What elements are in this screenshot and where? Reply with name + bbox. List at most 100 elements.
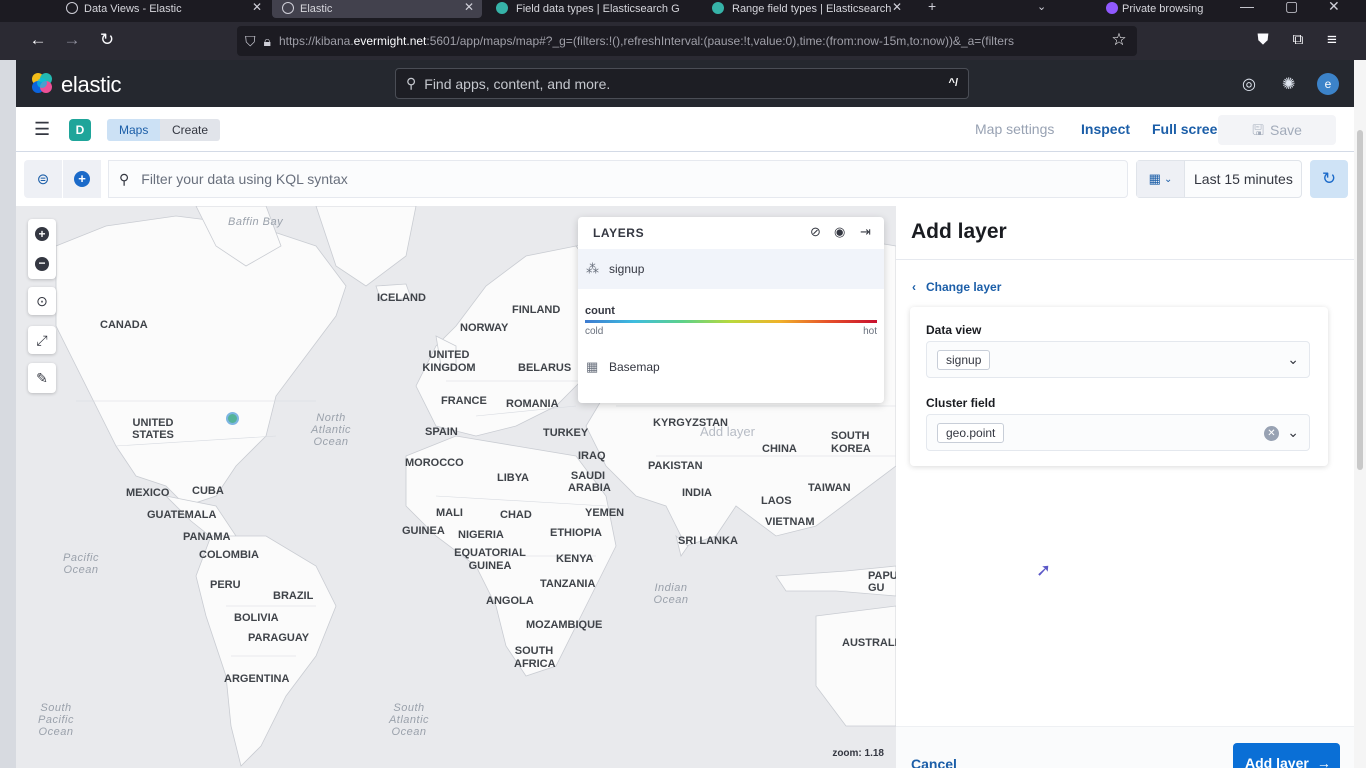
- full-screen-link[interactable]: Full screen: [1152, 121, 1226, 137]
- quick-select-button[interactable]: ▦ ⌄: [1137, 161, 1185, 197]
- save-label: Save: [1270, 122, 1302, 138]
- reload-icon[interactable]: ↻: [96, 30, 118, 50]
- inspect-link[interactable]: Inspect: [1081, 121, 1130, 137]
- close-icon[interactable]: ✕: [892, 0, 902, 14]
- menu-icon[interactable]: ≡: [1321, 30, 1343, 50]
- tab-list-chevron-icon[interactable]: ⌄: [1037, 0, 1046, 13]
- user-avatar[interactable]: e: [1317, 73, 1339, 95]
- window-close-icon[interactable]: ✕: [1328, 0, 1340, 15]
- scrollbar-thumb[interactable]: [1357, 130, 1363, 470]
- shield-icon[interactable]: ⛉: [245, 33, 256, 50]
- country-label: EQUATORIAL GUINEA: [454, 547, 526, 572]
- flyout-title: Add layer: [911, 220, 1007, 243]
- refresh-button[interactable]: ↻: [1310, 160, 1348, 198]
- country-label: SOUTH KOREA: [831, 430, 871, 455]
- chevron-down-icon[interactable]: ⌄: [1287, 424, 1299, 441]
- layer-item-signup[interactable]: ⁂ signup: [578, 249, 884, 289]
- eye-icon[interactable]: ◉: [834, 224, 845, 240]
- tab-data-views[interactable]: Data Views - Elastic ✕: [62, 0, 270, 18]
- fullscreen-map-control[interactable]: ⤢: [28, 326, 56, 354]
- data-view-select[interactable]: signup ⌄: [926, 341, 1310, 378]
- filter-menu-button[interactable]: ⊜: [24, 160, 62, 198]
- zoom-out-button[interactable]: −: [28, 249, 56, 279]
- ocean-label: Baffin Bay: [228, 216, 284, 228]
- add-layer-ghost-button[interactable]: Add layer: [700, 424, 755, 439]
- private-label: Private browsing: [1122, 3, 1204, 15]
- zoom-in-button[interactable]: +: [28, 219, 56, 249]
- cancel-button[interactable]: Cancel: [911, 756, 957, 768]
- close-icon[interactable]: ✕: [464, 0, 474, 14]
- clear-icon[interactable]: ✕: [1264, 426, 1279, 441]
- save-button[interactable]: 🖫︎ Save: [1218, 115, 1336, 145]
- ocean-label: South Atlantic Ocean: [388, 702, 430, 738]
- url-bar[interactable]: ⛉ 🔒︎ https://kibana. evermight.net:5601/a…: [237, 26, 1137, 56]
- layer-item-basemap[interactable]: ▦ Basemap: [578, 347, 884, 387]
- page-scrollbar[interactable]: [1354, 60, 1366, 768]
- zoom-controls: + −: [28, 219, 56, 279]
- map-settings-link[interactable]: Map settings: [975, 121, 1054, 137]
- tab-label: Field data types | Elasticsearch G: [516, 3, 680, 15]
- add-layer-button[interactable]: Add layer →: [1233, 743, 1340, 768]
- change-layer-label: Change layer: [926, 280, 1002, 294]
- tab-range-field-types[interactable]: Range field types | Elasticsearch ✕: [710, 0, 910, 18]
- url-prefix: https://kibana.: [278, 34, 354, 48]
- extensions-icon[interactable]: ⧉: [1287, 30, 1309, 50]
- add-layer-label: Add layer: [1245, 755, 1309, 768]
- country-label: BELARUS: [518, 362, 572, 374]
- pocket-icon[interactable]: ⛊: [1252, 30, 1274, 50]
- minimize-icon[interactable]: —: [1240, 0, 1254, 14]
- date-picker[interactable]: ▦ ⌄ Last 15 minutes: [1136, 160, 1302, 198]
- country-label: FRANCE: [441, 395, 487, 407]
- divider: [896, 259, 1354, 260]
- signup-cluster-point[interactable]: [226, 412, 239, 425]
- lock-icon[interactable]: 🔒︎: [264, 33, 271, 50]
- kibana-appbar: ☰ D Maps Create Map settings Inspect Ful…: [16, 107, 1354, 152]
- country-label: MALI: [436, 507, 463, 519]
- new-tab-icon[interactable]: +: [928, 0, 936, 14]
- country-label: IRAQ: [578, 450, 606, 462]
- space-avatar[interactable]: D: [69, 119, 91, 141]
- save-icon: 🖫︎: [1252, 122, 1264, 138]
- url-host: evermight.net: [353, 34, 427, 48]
- cluster-field-select[interactable]: geo.point ✕ ⌄: [926, 414, 1310, 451]
- country-label: TURKEY: [543, 427, 589, 439]
- back-icon[interactable]: ←: [27, 30, 49, 50]
- country-label: PARAGUAY: [248, 632, 310, 644]
- time-range-label[interactable]: Last 15 minutes: [1185, 171, 1293, 187]
- country-label: COLOMBIA: [199, 549, 259, 561]
- chevron-down-icon[interactable]: ⌄: [1287, 351, 1299, 368]
- tab-elastic[interactable]: Elastic ✕: [272, 0, 482, 18]
- country-label: GUINEA: [402, 525, 445, 537]
- country-label: PAPU GU: [868, 570, 896, 594]
- forward-icon[interactable]: →: [61, 30, 83, 50]
- news-feed-icon[interactable]: ✺: [1282, 74, 1295, 94]
- kql-search-input[interactable]: ⚲ Filter your data using KQL syntax: [108, 160, 1128, 198]
- global-search-input[interactable]: ⚲ Find apps, content, and more. ^/: [395, 68, 969, 99]
- hide-all-layers-icon[interactable]: ⊘: [810, 224, 821, 240]
- elastic-wordmark[interactable]: elastic: [61, 72, 122, 98]
- help-icon[interactable]: ◎: [1242, 74, 1256, 94]
- left-window-edge: [0, 60, 16, 768]
- country-label: GUATEMALA: [147, 509, 217, 521]
- maximize-icon[interactable]: ▢: [1285, 0, 1298, 15]
- private-browsing-indicator: Private browsing: [1104, 0, 1224, 18]
- close-icon[interactable]: ✕: [252, 0, 262, 14]
- draw-tools-control[interactable]: ✎: [28, 363, 56, 393]
- set-view-control[interactable]: ⊙: [28, 287, 56, 315]
- mouse-cursor-icon: ➚: [1036, 560, 1052, 580]
- bookmark-star-icon[interactable]: ☆: [1108, 30, 1130, 50]
- layer-legend: count cold hot: [585, 305, 877, 337]
- breadcrumb-maps[interactable]: Maps: [107, 119, 161, 141]
- search-placeholder: Find apps, content, and more.: [424, 75, 611, 92]
- hamburger-menu-icon[interactable]: ☰: [34, 119, 50, 140]
- country-label: SPAIN: [425, 426, 458, 438]
- add-filter-button[interactable]: +: [63, 160, 101, 198]
- tab-field-data-types[interactable]: Field data types | Elasticsearch G: [494, 0, 692, 18]
- kql-placeholder: Filter your data using KQL syntax: [141, 171, 348, 187]
- elastic-logo-icon[interactable]: [30, 71, 54, 95]
- country-label: PAKISTAN: [648, 460, 703, 472]
- elastic-favicon-icon: [282, 2, 294, 14]
- layer-name: signup: [609, 262, 645, 276]
- change-layer-link[interactable]: ‹ Change layer: [912, 280, 1001, 294]
- collapse-panel-icon[interactable]: ⇥: [860, 224, 871, 240]
